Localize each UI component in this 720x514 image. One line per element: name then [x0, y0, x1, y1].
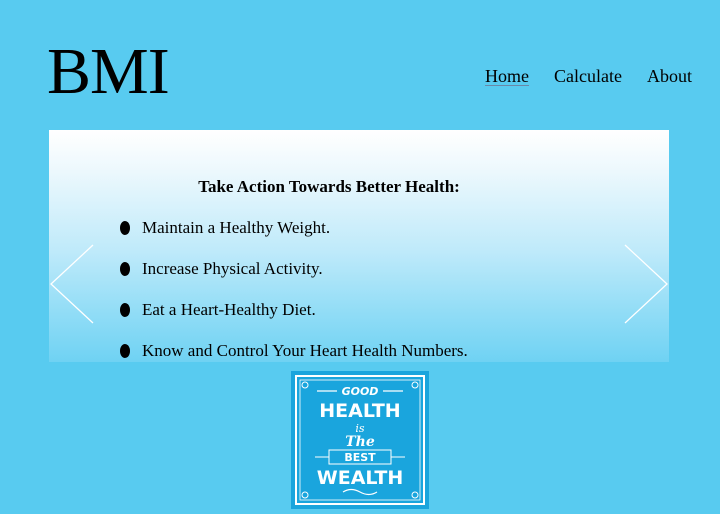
carousel-next-button[interactable]: [623, 244, 669, 324]
bullet-icon: [120, 261, 130, 276]
bullet-icon: [120, 220, 130, 235]
chevron-right-icon: [624, 244, 668, 324]
site-logo: BMI: [47, 35, 170, 108]
list-item: Maintain a Healthy Weight.: [120, 216, 468, 239]
good-health-poster: GOOD HEALTH is The BEST WEALTH: [291, 371, 429, 509]
list-item: Eat a Heart-Healthy Diet.: [120, 298, 468, 321]
poster-art: GOOD HEALTH is The BEST WEALTH: [295, 375, 425, 505]
tip-text: Eat a Heart-Healthy Diet.: [142, 299, 316, 319]
poster-good-text: GOOD: [342, 385, 379, 398]
main-nav: Home Calculate About: [485, 65, 692, 87]
nav-about-link[interactable]: About: [647, 65, 692, 87]
bullet-icon: [120, 343, 130, 358]
poster-health-text: HEALTH: [319, 400, 400, 422]
chevron-left-icon: [50, 244, 94, 324]
tip-text: Maintain a Healthy Weight.: [142, 217, 331, 237]
nav-calculate-link[interactable]: Calculate: [554, 65, 622, 87]
poster-best-text: BEST: [344, 451, 376, 464]
poster-wealth-text: WEALTH: [317, 467, 403, 489]
nav-home-link[interactable]: Home: [485, 65, 529, 87]
health-tips-carousel: Take Action Towards Better Health: Maint…: [49, 130, 669, 362]
slide-heading: Take Action Towards Better Health:: [198, 177, 460, 196]
tip-text: Increase Physical Activity.: [142, 258, 323, 278]
list-item: Increase Physical Activity.: [120, 257, 468, 280]
tip-text: Know and Control Your Heart Health Numbe…: [142, 340, 468, 360]
health-tips-list: Maintain a Healthy Weight. Increase Phys…: [120, 216, 468, 362]
carousel-prev-button[interactable]: [49, 244, 95, 324]
poster-the-text: The: [345, 434, 375, 450]
bullet-icon: [120, 302, 130, 317]
list-item: Know and Control Your Heart Health Numbe…: [120, 339, 468, 362]
